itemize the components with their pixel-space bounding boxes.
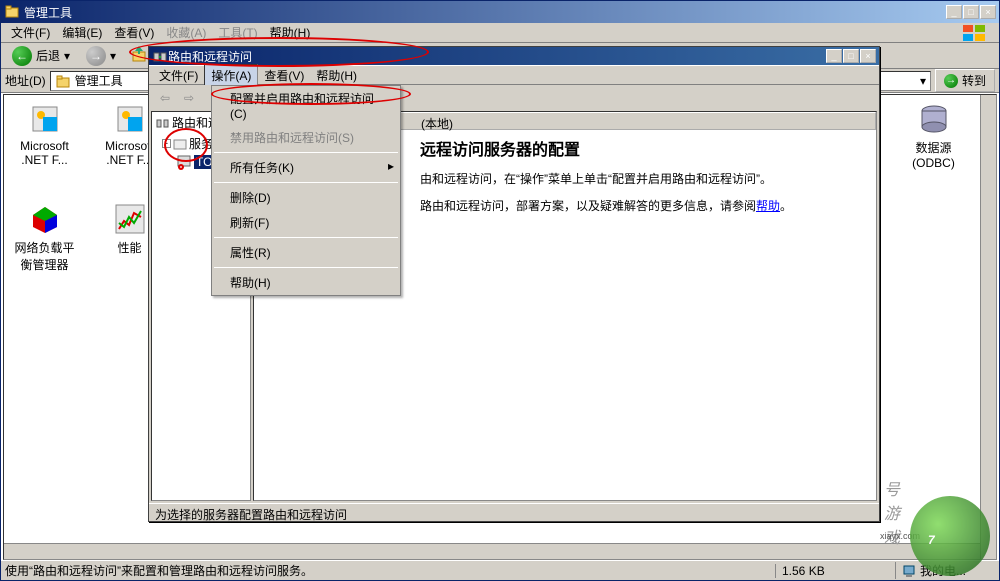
- inner-menu-bar: 文件(F) 操作(A) 查看(V) 帮助(H): [149, 65, 879, 85]
- outer-title-bar[interactable]: 管理工具 _ □ ×: [1, 1, 999, 23]
- inner-window-controls: _ □ ×: [826, 49, 876, 63]
- menu-separator: [214, 267, 398, 268]
- svg-text:7: 7: [928, 533, 936, 547]
- minimize-button[interactable]: _: [946, 5, 962, 19]
- status-icon: [173, 137, 187, 151]
- menu-edit[interactable]: 编辑(E): [56, 22, 108, 43]
- menu-help[interactable]: 帮助(H): [264, 22, 317, 43]
- address-dropdown-icon[interactable]: ▾: [920, 74, 926, 88]
- inner-menu-help[interactable]: 帮助(H): [310, 65, 363, 86]
- status-size: 1.56 KB: [775, 564, 895, 578]
- vertical-scrollbar[interactable]: [980, 95, 996, 559]
- menu-item-delete[interactable]: 删除(D): [212, 185, 400, 210]
- menu-item-alltasks[interactable]: 所有任务(K) ▸: [212, 155, 400, 180]
- inner-status-bar: 为选择的服务器配置路由和远程访问: [149, 503, 879, 521]
- status-text: 使用“路由和远程访问”来配置和管理路由和远程访问服务。: [5, 562, 775, 579]
- back-button[interactable]: ← 后退 ▾: [5, 43, 77, 69]
- rras-window: 路由和远程访问 _ □ × 文件(F) 操作(A) 查看(V) 帮助(H) 配置…: [148, 46, 880, 522]
- outer-title-text: 管理工具: [24, 4, 946, 21]
- back-dropdown-icon: ▾: [64, 49, 70, 63]
- nav-back-button[interactable]: ⇦: [153, 87, 177, 109]
- icon-odbc[interactable]: 数据源 (ODBC): [901, 103, 966, 170]
- content-p2-text: 路由和远程访问，部署方案，以及疑难解答的更多信息，请参阅: [420, 199, 756, 213]
- icon-nlb[interactable]: 网络负载平衡管理器: [12, 203, 77, 273]
- inner-menu-action[interactable]: 操作(A): [204, 64, 258, 87]
- tree-expand-icon[interactable]: -: [162, 139, 171, 148]
- menu-item-properties[interactable]: 属性(R): [212, 240, 400, 265]
- menu-file[interactable]: 文件(F): [5, 22, 56, 43]
- app-icon: [4, 4, 20, 20]
- forward-arrow-icon: →: [86, 46, 106, 66]
- back-label: 后退: [36, 47, 60, 64]
- outer-status-bar: 使用“路由和远程访问”来配置和管理路由和远程访问服务。 1.56 KB 我的电.…: [1, 560, 999, 580]
- content-p2-suffix: 。: [780, 199, 792, 213]
- action-context-menu: 配置并启用路由和远程访问(C) 禁用路由和远程访问(S) 所有任务(K) ▸ 删…: [211, 85, 401, 296]
- menu-item-refresh[interactable]: 刷新(F): [212, 210, 400, 235]
- address-value: 管理工具: [75, 72, 123, 89]
- submenu-arrow-icon: ▸: [388, 159, 394, 173]
- menu-item-configure[interactable]: 配置并启用路由和远程访问(C): [212, 86, 400, 125]
- watermark: 号游戏 xiayx.com 7: [910, 496, 990, 576]
- go-label: 转到: [962, 72, 986, 89]
- inner-status-text: 为选择的服务器配置路由和远程访问: [155, 508, 347, 522]
- rras-root-icon: [156, 116, 170, 130]
- icon-dotnet1[interactable]: Microsoft .NET F...: [12, 103, 77, 167]
- address-label: 地址(D): [5, 72, 46, 89]
- menu-tools[interactable]: 工具(T): [212, 22, 263, 43]
- icon-label: Microsoft .NET F...: [12, 139, 77, 167]
- forward-button[interactable]: → ▾: [79, 43, 123, 69]
- outer-window-controls: _ □ ×: [946, 5, 996, 19]
- icon-label: 数据源 (ODBC): [901, 139, 966, 170]
- menu-separator: [214, 237, 398, 238]
- close-button[interactable]: ×: [980, 5, 996, 19]
- menu-view[interactable]: 查看(V): [108, 22, 160, 43]
- go-arrow-icon: →: [944, 74, 958, 88]
- back-arrow-icon: ←: [12, 46, 32, 66]
- icon-label: 网络负载平衡管理器: [12, 239, 77, 273]
- inner-nav-toolbar: ⇦ ⇨: [149, 85, 211, 111]
- help-link[interactable]: 帮助: [756, 199, 780, 213]
- menu-item-alltasks-label: 所有任务(K): [230, 161, 294, 175]
- forward-dropdown-icon: ▾: [110, 49, 116, 63]
- maximize-button[interactable]: □: [963, 5, 979, 19]
- inner-title-bar[interactable]: 路由和远程访问 _ □ ×: [149, 47, 879, 65]
- menu-item-disable: 禁用路由和远程访问(S): [212, 125, 400, 150]
- menu-item-help[interactable]: 帮助(H): [212, 270, 400, 295]
- inner-title-text: 路由和远程访问: [168, 48, 826, 65]
- inner-maximize-button[interactable]: □: [843, 49, 859, 63]
- inner-menu-view[interactable]: 查看(V): [258, 65, 310, 86]
- watermark-globe-icon: 7: [910, 496, 990, 576]
- menu-separator: [214, 152, 398, 153]
- menu-separator: [214, 182, 398, 183]
- folder-icon: [55, 73, 71, 89]
- nav-forward-button[interactable]: ⇨: [177, 87, 201, 109]
- outer-menu-bar: 文件(F) 编辑(E) 查看(V) 收藏(A) 工具(T) 帮助(H): [1, 23, 999, 43]
- go-button[interactable]: → 转到: [935, 69, 995, 92]
- horizontal-scrollbar[interactable]: [4, 543, 980, 559]
- menu-favorites[interactable]: 收藏(A): [160, 22, 212, 43]
- inner-minimize-button[interactable]: _: [826, 49, 842, 63]
- server-icon: [176, 154, 192, 170]
- windows-logo-icon: [955, 24, 995, 42]
- inner-menu-file[interactable]: 文件(F): [153, 65, 204, 86]
- rras-icon: [152, 48, 168, 64]
- tree-services-label: 服务: [189, 135, 213, 152]
- inner-close-button[interactable]: ×: [860, 49, 876, 63]
